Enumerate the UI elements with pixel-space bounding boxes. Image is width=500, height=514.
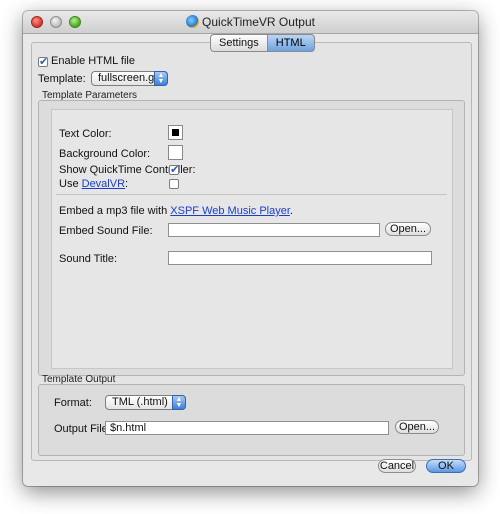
show-controller-checkbox[interactable] bbox=[169, 163, 179, 176]
use-label: Use bbox=[59, 178, 79, 190]
html-tab-panel: Enable HTML file Template: fullscreen.gg… bbox=[31, 42, 472, 461]
embed-mp3-text: Embed a mp3 file with XSPF Web Music Pla… bbox=[59, 205, 293, 217]
window-title-wrap: QuickTimeVR Output bbox=[23, 15, 478, 29]
use-devalvr-label: Use DevalVR: bbox=[59, 178, 128, 190]
popup-arrows-icon: ▲ ▼ bbox=[172, 395, 186, 410]
background-color-label: Background Color: bbox=[59, 148, 151, 160]
window-title: QuickTimeVR Output bbox=[202, 15, 315, 29]
output-file-field[interactable]: $n.html bbox=[105, 421, 389, 435]
template-parameters-area: Text Color: Background Color: Show Quick… bbox=[51, 109, 453, 369]
embed-mp3-prefix: Embed a mp3 file with bbox=[59, 205, 168, 217]
template-label: Template: bbox=[38, 73, 86, 85]
text-color-swatch[interactable] bbox=[168, 125, 183, 140]
use-devalvr-checkbox[interactable] bbox=[169, 179, 179, 189]
xspf-link[interactable]: XSPF Web Music Player bbox=[170, 205, 290, 217]
enable-html-checkbox[interactable] bbox=[38, 55, 48, 68]
template-output-group: Format: TML (.html) ▲ ▼ Output File: $n.h… bbox=[38, 384, 465, 456]
text-color-label: Text Color: bbox=[59, 128, 112, 140]
quicktime-app-icon bbox=[186, 15, 200, 28]
enable-html-label: Enable HTML file bbox=[51, 55, 135, 67]
embed-sound-label: Embed Sound File: bbox=[59, 225, 153, 237]
ok-button[interactable]: OK bbox=[426, 459, 466, 473]
sound-title-field[interactable] bbox=[168, 251, 432, 265]
template-popup[interactable]: fullscreen.ggt ▲ ▼ bbox=[91, 71, 168, 86]
background-color-swatch[interactable] bbox=[168, 145, 183, 160]
quicktimevr-output-window: QuickTimeVR Output Settings HTML Enable … bbox=[23, 11, 478, 486]
tab-settings[interactable]: Settings bbox=[210, 34, 267, 52]
devalvr-link[interactable]: DevalVR bbox=[82, 178, 125, 190]
title-bar: QuickTimeVR Output bbox=[23, 11, 478, 34]
template-parameters-group: Text Color: Background Color: Show Quick… bbox=[38, 100, 465, 376]
cancel-button[interactable]: Cancel bbox=[378, 459, 416, 473]
output-file-label: Output File: bbox=[54, 423, 111, 435]
embed-sound-open-button[interactable]: Open... bbox=[385, 222, 431, 236]
format-popup[interactable]: TML (.html) ▲ ▼ bbox=[105, 395, 186, 410]
sound-title-label: Sound Title: bbox=[59, 253, 118, 265]
text-color-fill bbox=[172, 129, 179, 136]
embed-sound-field[interactable] bbox=[168, 223, 380, 237]
format-popup-value: TML (.html) bbox=[112, 396, 168, 408]
tab-bar: Settings HTML bbox=[210, 34, 315, 52]
separator bbox=[56, 194, 447, 195]
format-label: Format: bbox=[54, 397, 92, 409]
tab-html[interactable]: HTML bbox=[266, 34, 315, 52]
embed-mp3-period: . bbox=[289, 205, 293, 217]
popup-arrows-icon: ▲ ▼ bbox=[154, 71, 168, 86]
devalvr-colon: : bbox=[125, 178, 129, 190]
output-file-open-button[interactable]: Open... bbox=[395, 420, 439, 434]
